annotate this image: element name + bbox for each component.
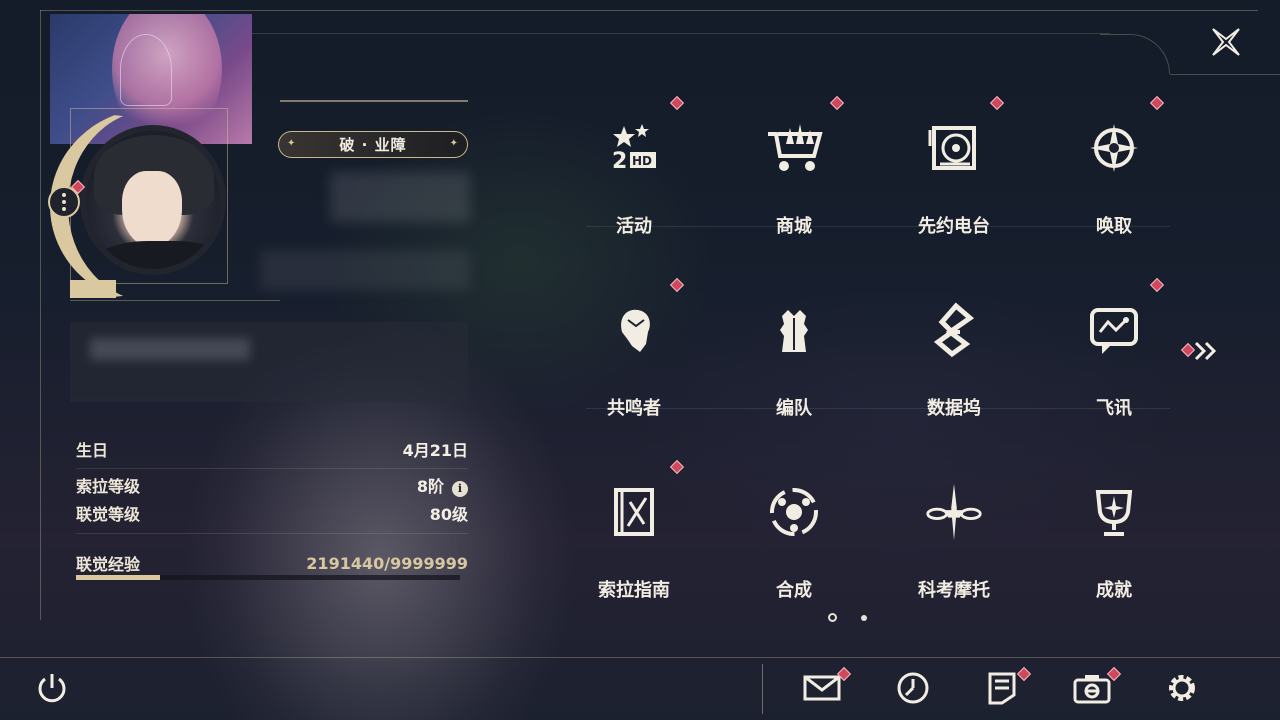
bottom-bar-separator (762, 664, 763, 714)
svg-text:HD: HD (632, 154, 652, 168)
menu-tile-label: 共鸣者 (607, 398, 661, 419)
title-badge[interactable]: 破 · 业障 (278, 131, 468, 158)
menu-tile-label: 唤取 (1096, 216, 1132, 237)
shop-icon (764, 118, 824, 178)
avatar[interactable] (80, 125, 226, 275)
birthday-row: 生日 4月21日 (76, 437, 468, 461)
player-id-blurred (260, 250, 470, 290)
guidebook-icon (604, 482, 664, 542)
menu-tile-guidebook[interactable]: 索拉指南 (586, 459, 685, 614)
union-exp-progress-bar (76, 575, 460, 580)
menu-tile-radio[interactable]: 先约电台 (906, 95, 1005, 250)
close-icon (1212, 28, 1240, 56)
menu-tile-message[interactable]: 飞讯 (1066, 277, 1165, 432)
menu-tile-label: 数据坞 (927, 398, 981, 419)
notice-icon (988, 672, 1016, 705)
frame-line-right (1170, 74, 1280, 75)
menu-tile-label: 科考摩托 (918, 580, 990, 601)
menu-tile-label: 活动 (616, 216, 652, 237)
page-indicator (828, 613, 867, 622)
menu-tile-team[interactable]: 编队 (746, 282, 842, 432)
mail-icon (803, 675, 841, 701)
menu-tile-event[interactable]: 2 HD 活动 (586, 95, 685, 250)
bottom-bar-divider (0, 657, 1280, 658)
close-button[interactable] (1204, 20, 1248, 64)
signature-box[interactable] (70, 322, 468, 402)
dot (62, 200, 66, 204)
union-level-row: 联觉等级 80级 (76, 501, 468, 525)
avatar-gold-accent (70, 280, 116, 298)
divider (76, 468, 468, 469)
menu-tile-data-bank[interactable]: 数据坞 (906, 282, 1002, 432)
convene-icon (1084, 118, 1144, 178)
double-chevron-right-icon (1194, 341, 1217, 361)
sola-level-row: 索拉等级 8阶 i (76, 473, 468, 497)
camera-icon (1073, 675, 1111, 704)
motorcycle-icon (924, 482, 984, 542)
dot (62, 193, 66, 197)
power-button[interactable] (32, 668, 72, 708)
birthday-label: 生日 (76, 441, 109, 460)
menu-tile-label: 先约电台 (918, 216, 990, 237)
union-exp-progress-fill (76, 575, 161, 580)
title-badge-text: 破 · 业障 (339, 136, 407, 154)
page-dot-active[interactable] (828, 613, 837, 622)
birthday-value: 4月21日 (402, 441, 468, 460)
menu-tile-label: 飞讯 (1096, 398, 1132, 419)
menu-tile-motorcycle[interactable]: 科考摩托 (906, 464, 1002, 614)
name-underline (280, 100, 468, 102)
next-page-button[interactable] (1194, 340, 1224, 362)
menu-tile-convene[interactable]: 唤取 (1066, 95, 1165, 250)
menu-tile-synthesis[interactable]: 合成 (746, 464, 842, 614)
menu-tile-label: 索拉指南 (598, 580, 670, 601)
divider (76, 533, 468, 534)
union-exp-label: 联觉经验 (76, 555, 141, 574)
radio-icon (924, 118, 984, 178)
power-icon (38, 674, 66, 703)
svg-text:2: 2 (612, 149, 627, 174)
message-icon (1084, 300, 1144, 360)
union-level-label: 联觉等级 (76, 505, 141, 524)
menu-tile-resonator[interactable]: 共鸣者 (586, 277, 685, 432)
menu-tile-label: 合成 (776, 580, 812, 601)
page-dot[interactable] (861, 614, 867, 621)
more-options-button[interactable] (48, 186, 80, 218)
resonator-icon (604, 300, 664, 360)
settings-button[interactable] (1162, 668, 1202, 708)
achievement-icon (1084, 482, 1144, 542)
sola-level-value: 8阶 (416, 477, 444, 496)
menu-tile-label: 编队 (776, 398, 812, 419)
player-name-blurred (330, 172, 470, 222)
clock-icon (897, 672, 929, 704)
info-icon[interactable]: i (452, 480, 468, 497)
settings-icon (1169, 675, 1195, 701)
avatar-face (122, 171, 182, 247)
event-icon: 2 HD (604, 118, 664, 178)
synthesis-icon (764, 482, 824, 542)
dot (62, 207, 66, 211)
team-icon (764, 300, 824, 360)
union-level-value: 80级 (429, 505, 468, 524)
menu-tile-achievement[interactable]: 成就 (1066, 464, 1162, 614)
union-exp-row: 联觉经验 2191440/9999999 (76, 551, 468, 575)
frame-line-top (40, 10, 1258, 11)
union-exp-value: 2191440/9999999 (306, 553, 468, 573)
frame-line-left (40, 10, 41, 620)
menu-tile-shop[interactable]: 商城 (746, 95, 845, 250)
menu-tile-label: 成就 (1096, 580, 1132, 601)
clock-button[interactable] (893, 668, 933, 708)
divider (70, 300, 280, 301)
menu-tile-label: 商城 (776, 216, 812, 237)
sola-level-value-group: 8阶 i (417, 473, 468, 497)
data-bank-icon (924, 300, 984, 360)
sola-level-label: 索拉等级 (76, 477, 141, 496)
